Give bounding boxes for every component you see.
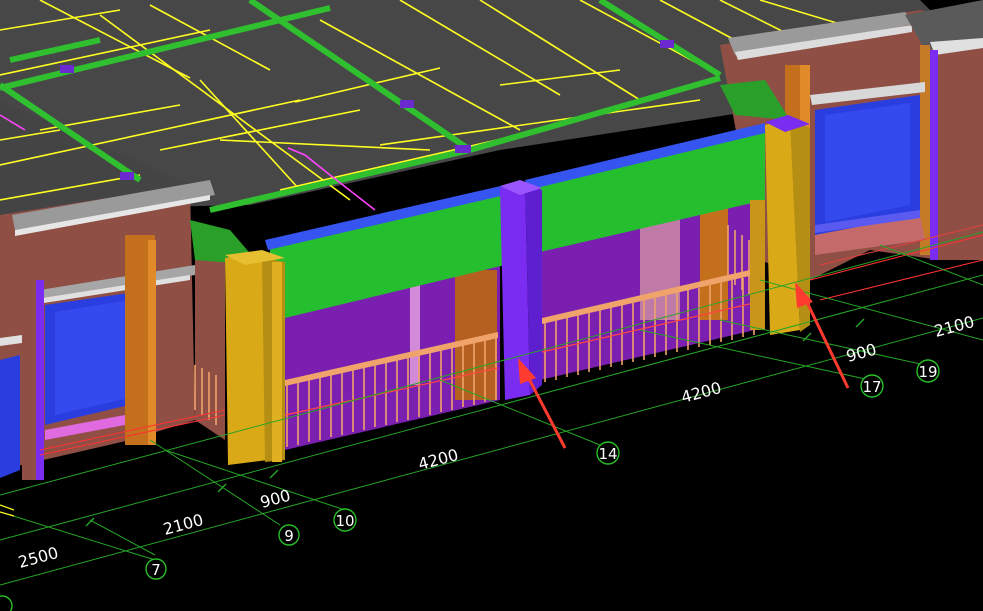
axis-bubble-17[interactable]: 17 (860, 374, 884, 398)
axis-label-7: 7 (151, 561, 161, 579)
axis-bubble-10[interactable]: 10 (333, 508, 357, 532)
axis-label-10: 10 (335, 512, 354, 530)
axis-label-9: 9 (284, 527, 294, 545)
axis-bubble-19[interactable]: 19 (916, 359, 940, 383)
axis-label-14: 14 (598, 445, 617, 463)
axis-label-17: 17 (862, 378, 881, 396)
axis-bubble-7[interactable]: 7 (145, 558, 167, 580)
axis-bubble-9[interactable]: 9 (278, 524, 300, 546)
axis-bubble-14[interactable]: 14 (596, 441, 620, 465)
3d-model-viewport[interactable]: 2500 2100 900 4200 4200 900 2100 7 9 10 … (0, 0, 983, 611)
model-canvas[interactable]: 2500 2100 900 4200 4200 900 2100 7 9 10 … (0, 0, 983, 611)
axis-label-19: 19 (918, 363, 937, 381)
